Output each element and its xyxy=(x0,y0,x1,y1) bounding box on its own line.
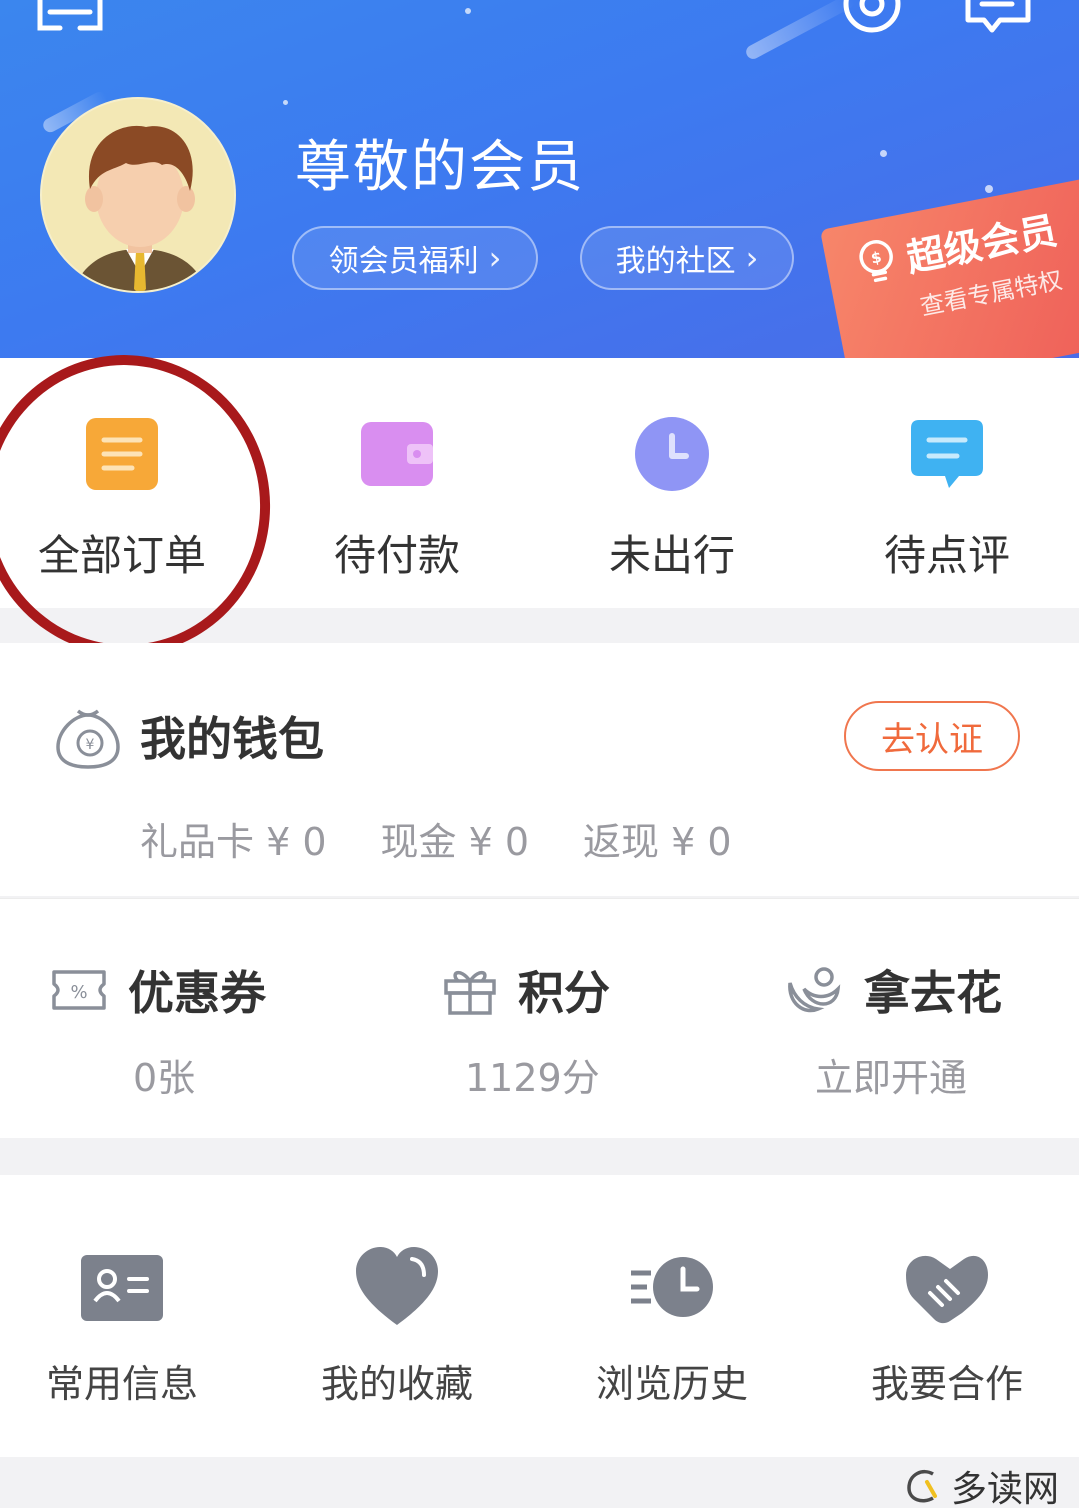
cashback-balance[interactable]: 返现 ¥ 0 xyxy=(583,811,732,866)
wallet-section[interactable]: ¥ 我的钱包 去认证 礼品卡 ¥ 0 现金 ¥ 0 返现 ¥ 0 xyxy=(0,643,1079,896)
wallet-title: 我的钱包 xyxy=(140,712,324,766)
star-decoration xyxy=(985,185,993,193)
svg-text:%: % xyxy=(70,982,87,1003)
stat-points[interactable]: 积分 1129分 xyxy=(360,899,720,1139)
community-pill-button[interactable]: 我的社区 › xyxy=(580,226,794,290)
tool-common-info[interactable]: 常用信息 xyxy=(0,1175,257,1457)
tool-label: 我的收藏 xyxy=(320,1362,473,1406)
tool-favorites[interactable]: 我的收藏 xyxy=(262,1175,532,1457)
wallet-balances: 礼品卡 ¥ 0 现金 ¥ 0 返现 ¥ 0 xyxy=(140,811,732,866)
svg-text:$: $ xyxy=(869,247,883,267)
benefits-pill-button[interactable]: 领会员福利 › xyxy=(292,226,538,290)
order-item-label: 未出行 xyxy=(608,531,735,580)
order-item-pending-review[interactable]: 待点评 xyxy=(812,358,1079,608)
tool-label: 浏览历史 xyxy=(595,1362,748,1406)
svg-text:¥: ¥ xyxy=(86,737,95,753)
community-pill-label: 我的社区 xyxy=(615,244,736,279)
coupon-icon: % xyxy=(52,970,106,1010)
order-item-not-traveled[interactable]: 未出行 xyxy=(537,358,807,608)
watermark-text: 多读网 xyxy=(950,1469,1059,1508)
stat-value: 1129分 xyxy=(465,1056,600,1100)
history-icon xyxy=(631,1257,713,1317)
settings-icon[interactable] xyxy=(836,0,908,38)
scan-icon[interactable] xyxy=(34,0,106,38)
stat-label: 积分 xyxy=(518,966,610,1020)
cash-balance[interactable]: 现金 ¥ 0 xyxy=(381,811,530,866)
stat-label: 优惠券 xyxy=(128,966,266,1020)
heart-icon xyxy=(356,1247,438,1325)
stat-value: 0张 xyxy=(133,1056,196,1100)
clock-icon xyxy=(635,417,709,491)
benefits-pill-label: 领会员福利 xyxy=(328,244,479,279)
gift-card-balance[interactable]: 礼品卡 ¥ 0 xyxy=(140,811,327,866)
tools-section: 常用信息 我的收藏 浏览历史 我要合作 xyxy=(0,1175,1079,1457)
member-title: 尊敬的会员 xyxy=(295,135,585,200)
wallet-icon xyxy=(361,422,433,486)
tool-label: 常用信息 xyxy=(45,1362,198,1406)
user-avatar-illustration xyxy=(73,125,207,291)
order-item-label: 待付款 xyxy=(333,531,460,580)
gift-icon xyxy=(444,970,496,1015)
money-bag-icon: ¥ xyxy=(56,709,120,769)
site-watermark: 多读网 xyxy=(903,1460,1059,1508)
chevron-right-icon: › xyxy=(745,239,759,277)
super-member-card[interactable]: $ 超级会员 查看专属特权 xyxy=(820,174,1079,358)
tool-label: 我要合作 xyxy=(870,1362,1023,1406)
flower-icon xyxy=(788,967,841,1013)
watermark-logo-icon xyxy=(907,1469,937,1503)
benefits-stats-section: % 优惠券 0张 积分 1129分 拿去花 立即开通 xyxy=(0,898,1079,1138)
tool-history[interactable]: 浏览历史 xyxy=(537,1175,807,1457)
comment-icon xyxy=(911,420,983,488)
star-decoration xyxy=(880,150,887,157)
id-card-icon xyxy=(81,1255,163,1321)
star-decoration xyxy=(283,100,288,105)
stat-label: 拿去花 xyxy=(864,966,1002,1020)
handshake-icon xyxy=(906,1255,988,1324)
stat-nayuhua[interactable]: 拿去花 立即开通 xyxy=(720,899,1079,1139)
avatar[interactable] xyxy=(40,97,236,293)
verify-button[interactable]: 去认证 xyxy=(844,701,1020,771)
profile-header: 尊敬的会员 领会员福利 › 我的社区 › $ 超级会员 查看专属特权 xyxy=(0,0,1079,358)
message-icon[interactable] xyxy=(962,0,1034,38)
star-decoration xyxy=(465,8,471,14)
order-item-pending-payment[interactable]: 待付款 xyxy=(262,358,532,608)
chevron-right-icon: › xyxy=(488,239,502,277)
order-item-label: 待点评 xyxy=(883,531,1010,580)
tool-cooperate[interactable]: 我要合作 xyxy=(812,1175,1079,1457)
lightbulb-icon: $ xyxy=(859,239,893,282)
stat-coupons[interactable]: % 优惠券 0张 xyxy=(0,899,360,1139)
stat-value: 立即开通 xyxy=(815,1056,968,1100)
